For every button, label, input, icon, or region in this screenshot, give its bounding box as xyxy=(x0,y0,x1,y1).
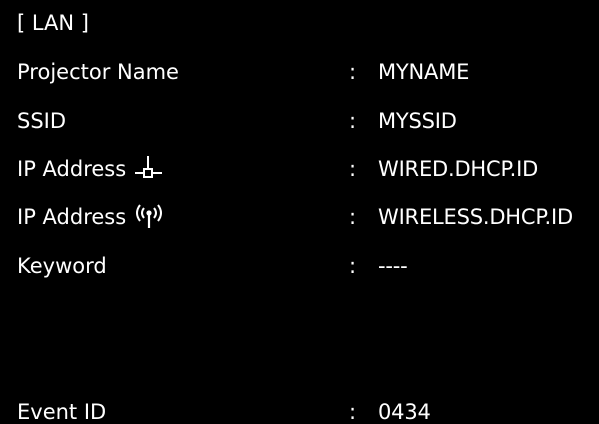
row-label-with-icon: IP Address xyxy=(17,154,164,184)
row-value: WIRELESS.DHCP.ID xyxy=(378,205,573,229)
row-label: Projector Name xyxy=(17,60,179,84)
section-title: [ LAN ] xyxy=(17,11,89,35)
row-label-with-icon: IP Address xyxy=(17,202,164,232)
row-colon: : xyxy=(349,254,357,278)
row-label: Keyword xyxy=(17,254,107,278)
row-label: Event ID xyxy=(17,400,107,424)
info-row-wireless-ip: IP Address : WIRELESS.DHCP.ID xyxy=(0,202,599,232)
info-row-event-id: Event ID : 0434 xyxy=(0,397,599,424)
row-colon: : xyxy=(349,60,357,84)
row-label: IP Address xyxy=(17,157,127,181)
lan-info-screen: [ LAN ] Projector Name : MYNAME SSID : M… xyxy=(0,0,599,424)
row-value: MYSSID xyxy=(378,109,457,133)
row-value: MYNAME xyxy=(378,60,470,84)
info-row-ssid: SSID : MYSSID xyxy=(0,106,599,136)
row-colon: : xyxy=(349,205,357,229)
row-colon: : xyxy=(349,157,357,181)
row-value: 0434 xyxy=(378,400,431,424)
row-label: SSID xyxy=(17,109,67,133)
wired-lan-icon xyxy=(134,156,164,182)
row-label: IP Address xyxy=(17,205,127,229)
info-row-wired-ip: IP Address : WIRED.DHCP.ID xyxy=(0,154,599,184)
info-row-projector-name: Projector Name : MYNAME xyxy=(0,57,599,87)
wireless-icon xyxy=(134,204,164,230)
row-colon: : xyxy=(349,400,357,424)
row-value: WIRED.DHCP.ID xyxy=(378,157,539,181)
info-row-keyword: Keyword : ---- xyxy=(0,251,599,281)
row-colon: : xyxy=(349,109,357,133)
row-value: ---- xyxy=(378,254,408,278)
